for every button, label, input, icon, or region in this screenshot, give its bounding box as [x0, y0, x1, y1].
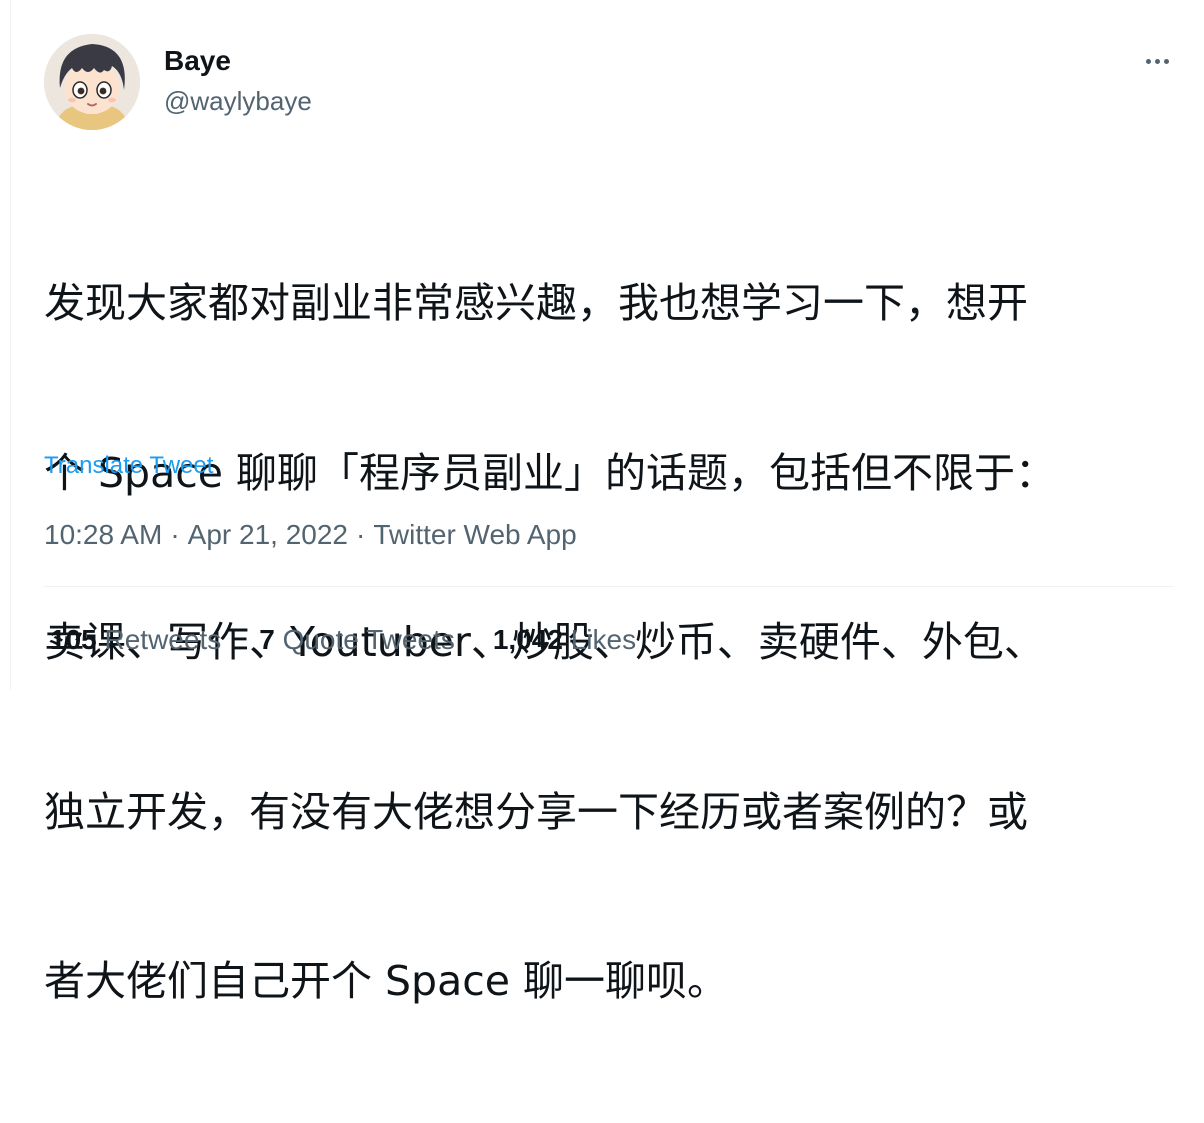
author-handle[interactable]: @waylybaye [164, 84, 312, 118]
retweets-label: Retweets [104, 624, 222, 655]
meta-separator: · [355, 519, 366, 550]
timeline-border [10, 0, 11, 690]
more-options-button[interactable] [1140, 46, 1174, 76]
tweet-time[interactable]: 10:28 AM [44, 519, 162, 550]
quote-tweets-stat[interactable]: 7 Quote Tweets [259, 622, 455, 658]
more-dot-icon [1145, 58, 1151, 64]
more-dot-icon [1154, 58, 1160, 64]
anime-boy-avatar-icon [44, 34, 140, 130]
tweet-meta: 10:28 AM · Apr 21, 2022 · Twitter Web App [44, 517, 577, 553]
likes-label: Likes [570, 624, 637, 655]
tweet-text-line: 发现大家都对副业非常感兴趣，我也想学习一下，想开 [44, 279, 1028, 327]
retweets-stat[interactable]: 105 Retweets [50, 622, 221, 658]
author-name[interactable]: Baye [164, 44, 231, 78]
divider [44, 586, 1174, 587]
quote-tweets-label: Quote Tweets [282, 624, 455, 655]
tweet-source[interactable]: Twitter Web App [373, 519, 576, 550]
more-dot-icon [1163, 58, 1169, 64]
retweets-count: 105 [50, 624, 97, 655]
translate-tweet-link[interactable]: Translate Tweet [44, 451, 213, 481]
tweet-text-line: 者大佬们自己开个 Space 聊一聊呗。 [44, 957, 729, 1005]
tweet-stats: 105 Retweets 7 Quote Tweets 1,042 Likes [50, 622, 636, 658]
tweet-detail: Baye @waylybaye 发现大家都对副业非常感兴趣，我也想学习一下，想开… [44, 0, 1178, 1005]
likes-count: 1,042 [492, 624, 563, 655]
tweet-date[interactable]: Apr 21, 2022 [188, 519, 348, 550]
avatar[interactable] [44, 34, 140, 130]
quote-tweets-count: 7 [259, 624, 275, 655]
meta-separator: · [170, 519, 180, 550]
tweet-text-line: 独立开发，有没有大佬想分享一下经历或者案例的？或 [44, 787, 1028, 836]
likes-stat[interactable]: 1,042 Likes [493, 622, 636, 658]
